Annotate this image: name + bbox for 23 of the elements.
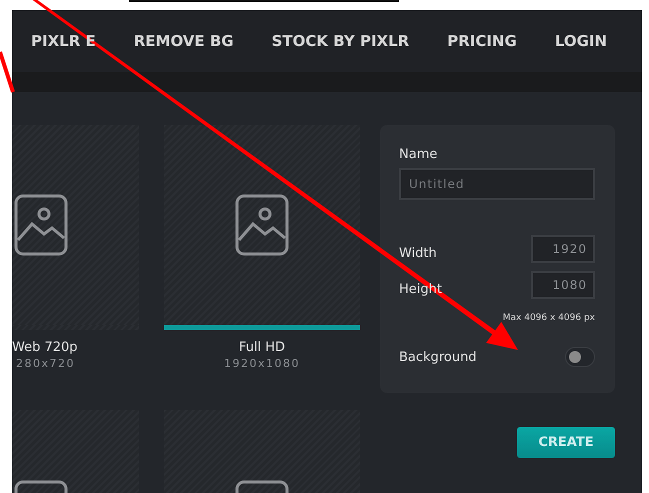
width-label: Width	[399, 246, 437, 260]
preset-thumbnail[interactable]	[12, 410, 139, 493]
name-field[interactable]: Untitled	[399, 168, 595, 200]
background-label: Background	[399, 350, 477, 364]
annotation-line	[0, 51, 15, 93]
height-field[interactable]: 1080	[531, 271, 595, 299]
preset-thumbnail[interactable]	[12, 125, 139, 330]
preset-size: 280x720	[15, 357, 76, 370]
nav-link[interactable]: LOGIN	[536, 32, 626, 50]
nav-link[interactable]: STOCK BY PIXLR	[252, 32, 428, 50]
image-icon	[14, 194, 68, 256]
width-field[interactable]: 1920	[531, 235, 595, 263]
nav-link[interactable]: PRICING	[428, 32, 536, 50]
preset-thumbnail[interactable]	[164, 125, 360, 330]
name-label: Name	[399, 147, 438, 162]
preset-label: Full HD	[238, 340, 286, 355]
background-toggle[interactable]	[565, 347, 595, 367]
preset-thumbnail[interactable]	[164, 410, 360, 493]
image-icon	[235, 194, 289, 256]
preset-label: Web 720p	[12, 340, 79, 355]
preset-size: 1920x1080	[223, 357, 301, 370]
max-size-note: Max 4096 x 4096 px	[502, 313, 595, 323]
nav-link[interactable]: REMOVE BG	[114, 32, 253, 50]
